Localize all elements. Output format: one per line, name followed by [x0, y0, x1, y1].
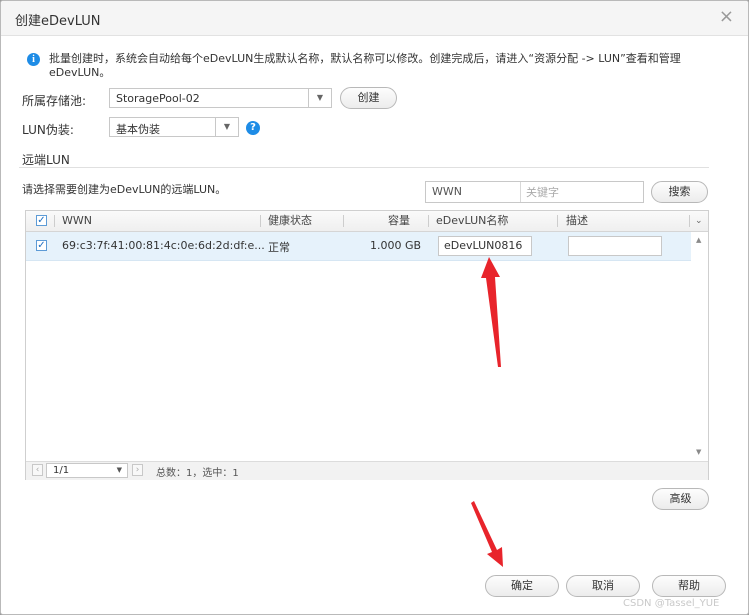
- help-button[interactable]: 帮助: [652, 575, 726, 597]
- pool-select[interactable]: StoragePool-02 ▼: [109, 88, 332, 108]
- table-pager: ‹ 1/1 ▼ › 总数：1，选中：1: [26, 461, 708, 480]
- column-divider: [557, 215, 558, 227]
- chevron-down-icon: ▼: [308, 89, 331, 107]
- create-edevlun-dialog: 创建eDevLUN × i 批量创建时，系统会自动给每个eDevLUN生成默认名…: [0, 0, 749, 615]
- column-divider: [689, 215, 690, 227]
- search-field: WWN: [425, 181, 644, 203]
- section-title-remote-lun: 远端LUN: [22, 153, 70, 167]
- masquerade-select-value: 基本伪装: [116, 123, 160, 136]
- pager-total-text: 总数：1，选中：1: [156, 468, 239, 479]
- search-input[interactable]: [522, 182, 642, 202]
- column-header-capacity[interactable]: 容量: [388, 211, 410, 231]
- info-message: i 批量创建时，系统会自动给每个eDevLUN生成默认名称，默认名称可以修改。创…: [19, 47, 709, 83]
- cell-health: 正常: [268, 241, 290, 254]
- annotation-arrow-down: [471, 501, 503, 567]
- column-divider: [428, 215, 429, 227]
- column-divider: [343, 215, 344, 227]
- column-divider: [54, 215, 55, 227]
- edev-name-input[interactable]: eDevLUN0816: [438, 236, 532, 256]
- watermark: CSDN @Tassel_YUE: [623, 598, 720, 609]
- pool-label: 所属存储池:: [22, 94, 87, 108]
- masquerade-label: LUN伪装:: [22, 123, 74, 137]
- masquerade-select[interactable]: 基本伪装 ▼: [109, 117, 239, 137]
- column-header-wwn[interactable]: WWN: [62, 211, 92, 231]
- column-header-health[interactable]: 健康状态: [268, 211, 312, 231]
- remote-lun-table: ✓ WWN 健康状态 容量 eDevLUN名称 描述 ⌄ ✓ 69:c3:7f:…: [25, 210, 709, 480]
- ok-button[interactable]: 确定: [485, 575, 559, 597]
- column-menu-icon[interactable]: ⌄: [695, 211, 703, 231]
- page-select-value: 1/1: [53, 465, 70, 476]
- scroll-down-icon[interactable]: ▼: [696, 448, 701, 456]
- column-divider: [260, 215, 261, 227]
- pool-select-value: StoragePool-02: [116, 92, 200, 105]
- create-button[interactable]: 创建: [340, 87, 397, 109]
- help-icon[interactable]: ?: [246, 121, 260, 135]
- row-checkbox[interactable]: ✓: [36, 240, 47, 251]
- search-button[interactable]: 搜索: [651, 181, 708, 203]
- table-row[interactable]: ✓ 69:c3:7f:41:00:81:4c:0e:6d:2d:df:e... …: [26, 232, 691, 261]
- cell-wwn: 69:c3:7f:41:00:81:4c:0e:6d:2d:df:e...: [62, 239, 265, 252]
- select-all-checkbox[interactable]: ✓: [36, 215, 47, 226]
- description-input[interactable]: [568, 236, 662, 256]
- info-icon: i: [27, 53, 40, 66]
- column-header-edev-name[interactable]: eDevLUN名称: [436, 211, 508, 231]
- cell-capacity: 1.000 GB: [370, 239, 422, 252]
- page-select[interactable]: 1/1 ▼: [46, 463, 128, 478]
- info-text: 批量创建时，系统会自动给每个eDevLUN生成默认名称，默认名称可以修改。创建完…: [49, 52, 681, 79]
- table-scrollbar[interactable]: ▲ ▼: [692, 232, 708, 462]
- prev-page-icon[interactable]: ‹: [32, 464, 43, 476]
- dialog-title: 创建eDevLUN: [15, 14, 101, 29]
- next-page-icon[interactable]: ›: [132, 464, 143, 476]
- chevron-down-icon: ▼: [116, 466, 122, 474]
- remote-lun-hint: 请选择需要创建为eDevLUN的远端LUN。: [22, 183, 227, 196]
- scroll-up-icon[interactable]: ▲: [696, 236, 701, 244]
- chevron-down-icon: ▼: [215, 118, 238, 136]
- section-divider: [19, 167, 709, 168]
- close-icon[interactable]: ×: [719, 7, 734, 27]
- column-header-description[interactable]: 描述: [566, 211, 588, 231]
- advanced-button[interactable]: 高级: [652, 488, 709, 510]
- cancel-button[interactable]: 取消: [566, 575, 640, 597]
- table-header: ✓ WWN 健康状态 容量 eDevLUN名称 描述 ⌄: [26, 211, 708, 232]
- search-type-select[interactable]: WWN: [426, 182, 521, 202]
- dialog-titlebar: 创建eDevLUN ×: [1, 1, 748, 36]
